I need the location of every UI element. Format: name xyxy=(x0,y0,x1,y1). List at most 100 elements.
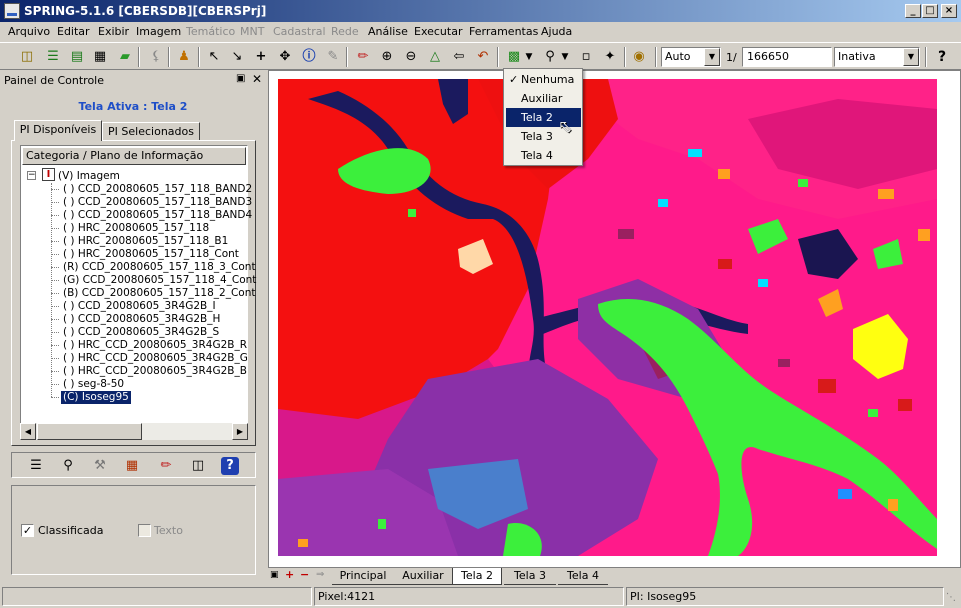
pointer-icon[interactable]: ↖ xyxy=(203,46,225,68)
tab-principal[interactable]: Principal xyxy=(332,568,394,585)
undo-icon[interactable]: ↶ xyxy=(472,46,494,68)
maximize-button[interactable]: □ xyxy=(922,4,938,18)
add-tab-icon[interactable]: + xyxy=(285,568,294,581)
tree-item[interactable]: (G) CCD_20080605_157_118_4_Cont xyxy=(63,274,256,287)
info-icon[interactable]: ⓘ xyxy=(298,46,320,68)
scale-input[interactable]: 166650 xyxy=(742,47,832,67)
pencil-icon[interactable]: ✏ xyxy=(352,46,374,68)
help-button[interactable]: ? xyxy=(931,46,953,68)
crosshair-icon[interactable]: + xyxy=(250,46,272,68)
column-header[interactable]: Categoria / Plano de Informação xyxy=(22,147,246,165)
zoom-out-icon[interactable]: ⊖ xyxy=(400,46,422,68)
pi-tree[interactable]: Categoria / Plano de Informação − I (V) … xyxy=(20,145,256,440)
scroll-right-icon[interactable]: ▶ xyxy=(232,423,248,440)
cursor-star-icon[interactable]: ✦ xyxy=(599,46,621,68)
tree-item[interactable]: ( ) CCD_20080605_3R4G2B_I xyxy=(63,300,216,313)
chevron-down-icon[interactable]: ▼ xyxy=(523,46,535,68)
status-select[interactable]: Inativa ▼ xyxy=(834,47,920,67)
texto-checkbox[interactable] xyxy=(138,524,151,537)
menu-item-auxiliar[interactable]: Auxiliar xyxy=(506,89,581,108)
menu-arquivo[interactable]: Arquivo xyxy=(8,25,50,38)
palette-icon[interactable]: ◉ xyxy=(628,46,650,68)
tree-item[interactable]: ( ) CCD_20080605_157_118_BAND2 xyxy=(63,183,252,196)
status-empty xyxy=(2,587,312,606)
edit-table-icon[interactable]: ▦ xyxy=(122,456,142,476)
tree-category[interactable]: (V) Imagem xyxy=(58,170,120,183)
tree-item[interactable]: ( ) CCD_20080605_3R4G2B_S xyxy=(63,326,219,339)
tree-item[interactable]: ( ) HRC_20080605_157_118 xyxy=(63,222,209,235)
chevron-down-icon[interactable]: ▼ xyxy=(903,48,919,66)
zoom-area-icon[interactable]: △ xyxy=(424,46,446,68)
menu-ferramentas[interactable]: Ferramentas xyxy=(469,25,538,38)
legend-icon[interactable]: ◫ xyxy=(188,456,208,476)
person-icon[interactable]: ♟ xyxy=(173,46,195,68)
menu-exibir[interactable]: Exibir xyxy=(98,25,129,38)
menu-cadastral[interactable]: Cadastral xyxy=(273,25,326,38)
close-button[interactable]: × xyxy=(941,4,957,18)
tree-item[interactable]: ( ) CCD_20080605_3R4G2B_H xyxy=(63,313,220,326)
scroll-thumb[interactable] xyxy=(37,423,142,440)
tree-item[interactable]: ( ) HRC_CCD_20080605_3R4G2B_R xyxy=(63,339,247,352)
tree-item[interactable]: ( ) CCD_20080605_157_118_BAND4 xyxy=(63,209,252,222)
screen-link-icon[interactable]: ▩ xyxy=(503,46,525,68)
filter-icon[interactable]: ⚸ xyxy=(145,46,167,68)
stack-icon[interactable]: ▤ xyxy=(66,46,88,68)
tree-item[interactable]: ( ) HRC_20080605_157_118_Cont xyxy=(63,248,239,261)
minimize-button[interactable]: _ xyxy=(905,4,921,18)
ruler-icon[interactable]: ▫ xyxy=(575,46,597,68)
edit-shape-icon[interactable]: ✎ xyxy=(322,46,344,68)
menu-tematico[interactable]: Temático xyxy=(186,25,235,38)
tree-item[interactable]: (R) CCD_20080605_157_118_3_Cont xyxy=(63,261,256,274)
menu-rede[interactable]: Rede xyxy=(331,25,359,38)
tools-icon[interactable]: ⚒ xyxy=(90,456,110,476)
remove-tab-icon[interactable]: − xyxy=(300,568,309,581)
scroll-left-icon[interactable]: ◀ xyxy=(20,423,36,440)
select-arrow-icon[interactable]: ↘ xyxy=(226,46,248,68)
menu-ajuda[interactable]: Ajuda xyxy=(541,25,572,38)
menu-item-tela-4[interactable]: Tela 4 xyxy=(506,146,581,165)
database-icon[interactable]: ◫ xyxy=(16,46,38,68)
tab-menu-icon[interactable]: ▣ xyxy=(270,570,279,580)
tree-item[interactable]: ( ) HRC_CCD_20080605_3R4G2B_G xyxy=(63,352,248,365)
help-icon[interactable]: ? xyxy=(221,457,239,475)
resize-grip-icon[interactable]: ⋱ xyxy=(946,592,958,604)
tree-item[interactable]: ( ) HRC_20080605_157_118_B1 xyxy=(63,235,228,248)
tab-pi-selecionados[interactable]: PI Selecionados xyxy=(102,122,200,141)
chevron-down-icon[interactable]: ▼ xyxy=(559,46,571,68)
classified-map-canvas[interactable] xyxy=(278,79,937,556)
polygon-icon[interactable]: ▰ xyxy=(114,46,136,68)
menu-editar[interactable]: Editar xyxy=(57,25,90,38)
layers-icon[interactable]: ☰ xyxy=(42,46,64,68)
collapse-icon[interactable]: − xyxy=(27,171,36,180)
menu-imagem[interactable]: Imagem xyxy=(136,25,181,38)
grid-icon[interactable]: ▦ xyxy=(89,46,111,68)
classificada-checkbox[interactable]: ✓ xyxy=(21,524,34,537)
tab-tela-2[interactable]: Tela 2 xyxy=(452,568,502,585)
tab-pi-disponiveis[interactable]: PI Disponíveis xyxy=(14,120,102,141)
search-list-icon[interactable]: ⚲ xyxy=(58,456,78,476)
zoom-in-icon[interactable]: ⊕ xyxy=(376,46,398,68)
menu-analise[interactable]: Análise xyxy=(368,25,408,38)
tree-item[interactable]: (C) Isoseg95 xyxy=(61,391,131,404)
tab-tela-4[interactable]: Tela 4 xyxy=(558,568,608,585)
list-icon[interactable]: ☰ xyxy=(26,456,46,476)
menu-executar[interactable]: Executar xyxy=(414,25,463,38)
menu-item-nenhuma[interactable]: ✓ Nenhuma xyxy=(506,70,581,89)
next-tab-icon[interactable]: ⇒ xyxy=(316,569,324,580)
menu-mnt[interactable]: MNT xyxy=(240,25,264,38)
scale-mode-select[interactable]: Auto ▼ xyxy=(661,47,721,67)
undock-icon[interactable]: ▣ xyxy=(236,73,245,84)
tree-item[interactable]: ( ) CCD_20080605_157_118_BAND3 xyxy=(63,196,252,209)
tree-item[interactable]: ( ) HRC_CCD_20080605_3R4G2B_B xyxy=(63,365,247,378)
tab-auxiliar[interactable]: Auxiliar xyxy=(394,568,452,585)
pan-icon[interactable]: ✥ xyxy=(274,46,296,68)
tab-tela-3[interactable]: Tela 3 xyxy=(504,568,556,585)
horizontal-scrollbar[interactable]: ◀ ▶ xyxy=(20,423,248,440)
zoom-screen-icon[interactable]: ⚲ xyxy=(539,46,561,68)
pencil-icon[interactable]: ✏ xyxy=(156,456,176,476)
tree-item[interactable]: (B) CCD_20080605_157_118_2_Cont xyxy=(63,287,255,300)
back-arrow-icon[interactable]: ⇦ xyxy=(448,46,470,68)
close-icon[interactable]: ✕ xyxy=(252,72,262,86)
tree-item[interactable]: ( ) seg-8-50 xyxy=(63,378,124,391)
chevron-down-icon[interactable]: ▼ xyxy=(704,48,720,66)
